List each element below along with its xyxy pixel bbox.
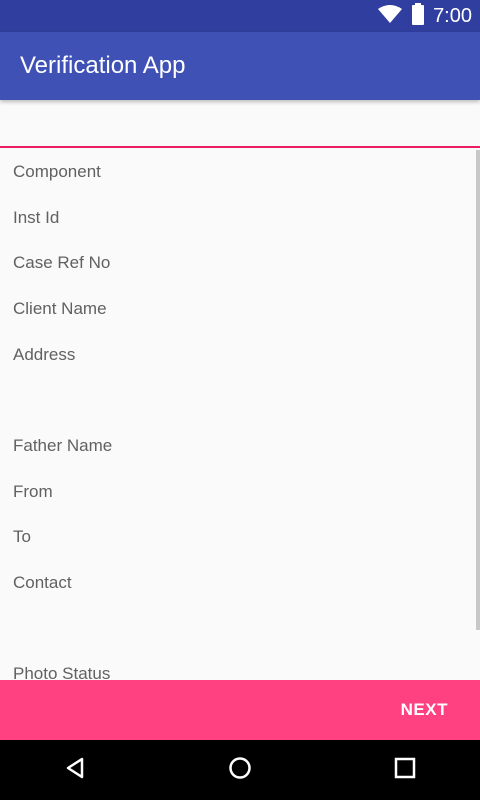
home-button[interactable]	[200, 740, 280, 800]
back-icon	[63, 756, 87, 785]
father-name-label: Father Name	[13, 436, 113, 455]
photo-status-label: Photo Status	[13, 664, 111, 680]
status-icons: 7:00	[377, 0, 472, 32]
back-button[interactable]	[35, 740, 115, 800]
contact-label: Contact	[13, 573, 72, 592]
next-button[interactable]: NEXT	[401, 680, 448, 740]
screen: 7:00 Verification App Component Inst Id …	[0, 0, 480, 800]
form-scroll-area[interactable]: Component Inst Id Case Ref No Client Nam…	[0, 100, 480, 680]
app-title: Verification App	[20, 52, 186, 79]
client-name-label: Client Name	[13, 299, 107, 318]
nav-bar	[0, 740, 480, 800]
from-label: From	[13, 482, 53, 501]
status-time: 7:00	[433, 4, 472, 27]
scrollbar[interactable]	[476, 150, 480, 630]
top-input-field[interactable]	[0, 100, 480, 148]
case-ref-no-label: Case Ref No	[13, 253, 111, 272]
battery-icon	[411, 2, 425, 30]
recents-button[interactable]	[365, 740, 445, 800]
address-label: Address	[13, 345, 76, 364]
inst-id-label: Inst Id	[13, 208, 60, 227]
status-bar: 7:00	[0, 0, 480, 32]
to-label: To	[13, 527, 31, 546]
recents-icon	[394, 757, 416, 784]
wifi-icon	[377, 4, 403, 29]
home-icon	[228, 756, 252, 785]
component-label: Component	[13, 162, 101, 181]
app-bar: Verification App	[0, 32, 480, 100]
bottom-bar: NEXT	[0, 680, 480, 740]
